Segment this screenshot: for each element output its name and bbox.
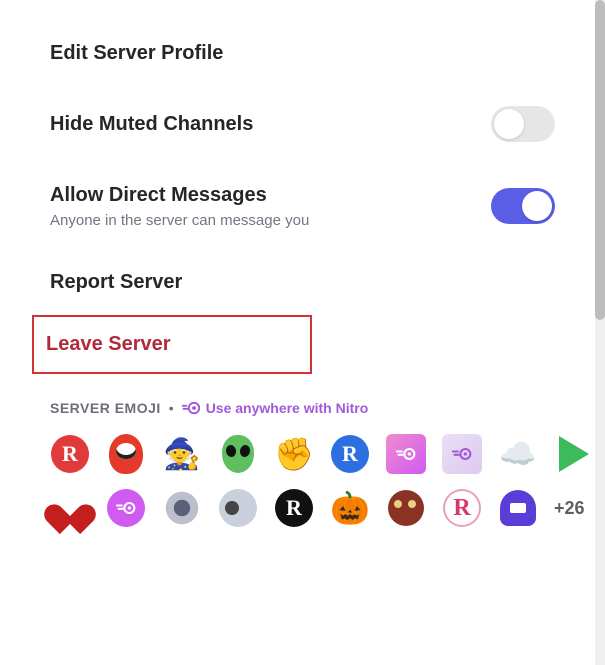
allow-dm-subtitle: Anyone in the server can message you <box>50 212 309 229</box>
emoji-gem[interactable] <box>498 488 538 528</box>
server-emoji-header: SERVER EMOJI • Use anywhere with Nitro <box>50 400 555 416</box>
emoji-nitro-circle[interactable] <box>106 488 146 528</box>
emoji-r-red[interactable]: R <box>50 434 90 474</box>
emoji-r-pink[interactable]: R <box>442 488 482 528</box>
scrollbar-thumb[interactable] <box>595 0 605 320</box>
emoji-r-black[interactable]: R <box>274 488 314 528</box>
emoji-r-blue[interactable]: R <box>330 434 370 474</box>
server-emoji-title: SERVER EMOJI <box>50 400 161 416</box>
separator-dot: • <box>169 400 174 416</box>
scrollbar-track[interactable] <box>595 0 605 665</box>
nitro-icon <box>182 401 200 415</box>
emoji-more-count[interactable]: +26 <box>554 498 585 519</box>
emoji-play[interactable] <box>554 434 594 474</box>
hide-muted-channels-label: Hide Muted Channels <box>50 111 253 137</box>
emoji-cloud[interactable]: ☁️ <box>498 434 538 474</box>
emoji-grid: R 🧙 ✊ R ☁️ R 🎃 R +26 <box>50 434 555 528</box>
emoji-blob-dark[interactable] <box>386 488 426 528</box>
edit-server-profile-label: Edit Server Profile <box>50 40 555 66</box>
emoji-astro[interactable] <box>218 488 258 528</box>
leave-server-label: Leave Server <box>46 333 298 356</box>
hide-muted-toggle[interactable] <box>491 106 555 142</box>
report-server-label: Report Server <box>50 269 555 295</box>
emoji-row: R 🧙 ✊ R ☁️ <box>50 434 555 474</box>
leave-server-item[interactable]: Leave Server <box>32 315 312 374</box>
emoji-fist[interactable]: ✊ <box>274 434 314 474</box>
hide-muted-channels-item[interactable]: Hide Muted Channels <box>50 86 555 162</box>
allow-dm-label: Allow Direct Messages <box>50 182 309 208</box>
toggle-knob <box>522 191 552 221</box>
emoji-wizard[interactable]: 🧙 <box>162 434 202 474</box>
emoji-nitro-ring[interactable] <box>162 488 202 528</box>
emoji-nitro-white[interactable] <box>442 434 482 474</box>
nitro-promo-text: Use anywhere with Nitro <box>206 400 369 416</box>
allow-direct-messages-item[interactable]: Allow Direct Messages Anyone in the serv… <box>50 162 555 249</box>
emoji-blob-red[interactable] <box>106 434 146 474</box>
emoji-pumpkin[interactable]: 🎃 <box>330 488 370 528</box>
edit-server-profile-item[interactable]: Edit Server Profile <box>50 20 555 86</box>
report-server-item[interactable]: Report Server <box>50 249 555 315</box>
allow-dm-toggle[interactable] <box>491 188 555 224</box>
toggle-knob <box>494 109 524 139</box>
emoji-pixel-heart[interactable] <box>50 488 90 528</box>
emoji-alien[interactable] <box>218 434 258 474</box>
emoji-row: R 🎃 R +26 <box>50 488 555 528</box>
nitro-promo[interactable]: Use anywhere with Nitro <box>182 400 369 416</box>
emoji-nitro-pink[interactable] <box>386 434 426 474</box>
